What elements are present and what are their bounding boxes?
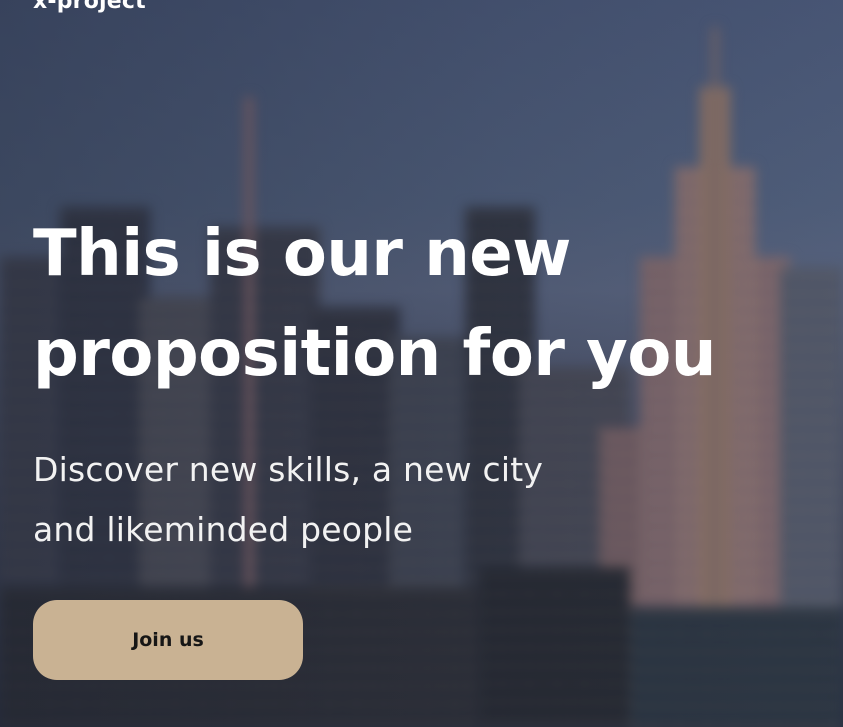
brand-logo[interactable]: x-project xyxy=(33,0,146,14)
hero-headline-line-2: proposition for you xyxy=(33,317,716,391)
hero-subheadline: Discover new skills, a new city and like… xyxy=(33,440,543,560)
hero-subheadline-line-1: Discover new skills, a new city xyxy=(33,450,544,489)
hero-headline-line-1: This is our new xyxy=(33,217,571,291)
hero-headline: This is our new proposition for you xyxy=(33,204,813,404)
join-us-button[interactable]: Join us xyxy=(33,600,303,680)
hero-subheadline-line-2: and likeminded people xyxy=(33,510,414,549)
